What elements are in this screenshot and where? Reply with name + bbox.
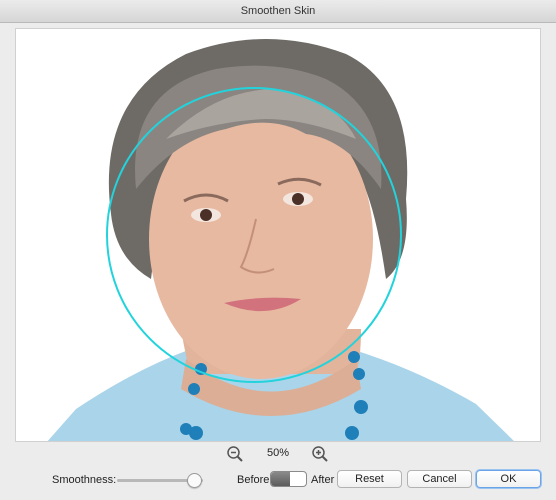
- window-title: Smoothen Skin: [0, 0, 556, 23]
- before-after-toggle[interactable]: [270, 471, 307, 487]
- portrait-image: [16, 29, 540, 441]
- smoothness-slider[interactable]: [117, 472, 207, 488]
- slider-thumb[interactable]: [187, 473, 202, 488]
- cancel-button[interactable]: Cancel: [407, 470, 472, 488]
- smoothness-label: Smoothness:: [52, 474, 117, 486]
- zoom-in-icon[interactable]: [311, 445, 329, 463]
- control-bar: Smoothness: Before After Reset Cancel OK: [0, 465, 556, 495]
- reset-button[interactable]: Reset: [337, 470, 402, 488]
- zoom-level-readout: 50%: [266, 447, 290, 459]
- after-label: After: [311, 474, 335, 486]
- photo-preview[interactable]: [15, 28, 541, 442]
- before-label: Before: [237, 474, 270, 486]
- zoom-out-icon[interactable]: [226, 445, 244, 463]
- toggle-knob[interactable]: [271, 472, 290, 486]
- zoom-bar: 50%: [0, 443, 556, 465]
- ok-button[interactable]: OK: [476, 470, 541, 488]
